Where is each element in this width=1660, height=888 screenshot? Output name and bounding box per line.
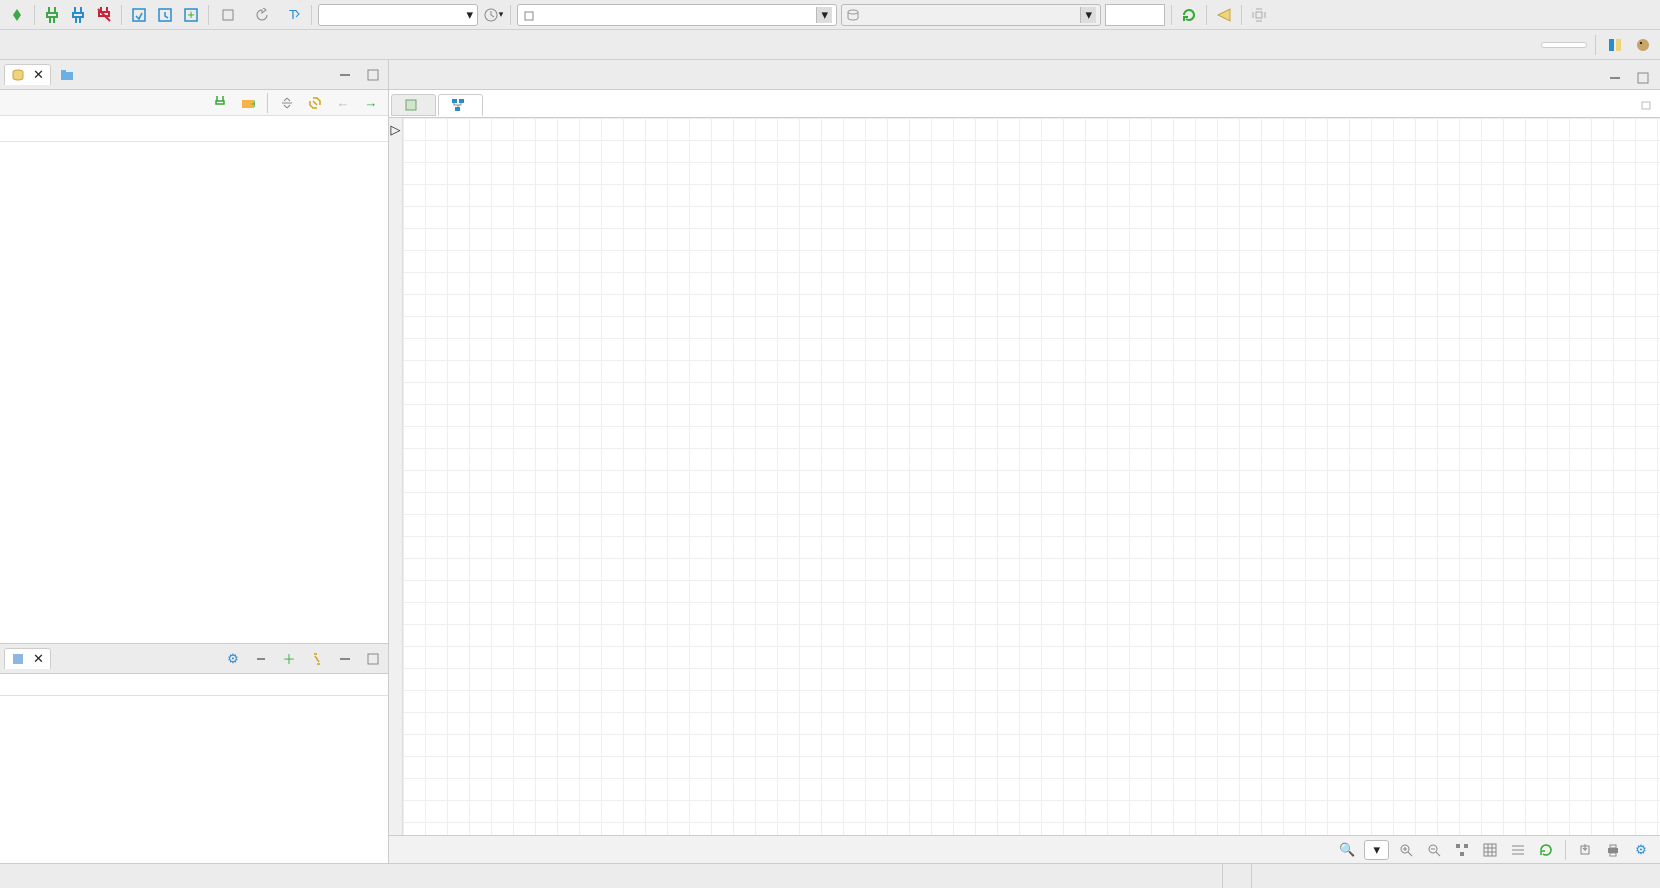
project-panel: ✕ ⚙ ＋ [0, 643, 388, 863]
svg-text:T: T [289, 7, 297, 22]
settings-icon[interactable]: ⚙ [1630, 839, 1652, 861]
collapse-icon[interactable] [250, 648, 272, 670]
global-status-bar [0, 863, 1660, 888]
editor-subtabs [389, 90, 1660, 118]
history-icon[interactable]: ▾ [482, 4, 504, 26]
perspective-db-icon[interactable] [1604, 34, 1626, 56]
minimize-icon[interactable] [1604, 67, 1626, 89]
minimize-icon[interactable] [334, 648, 356, 670]
new-folder-icon[interactable]: + [237, 92, 259, 114]
plug-disconnect-icon[interactable] [93, 4, 115, 26]
maximize-icon[interactable] [362, 648, 384, 670]
transaction-mode-icon[interactable]: T [283, 4, 305, 26]
gear-icon[interactable]: ⚙ [222, 648, 244, 670]
chevron-down-icon: ▾ [816, 7, 832, 23]
commit-button[interactable] [215, 4, 245, 26]
connect-icon[interactable] [209, 92, 231, 114]
navigator-toolbar: + ← → [0, 90, 388, 116]
editor-context-label [1640, 96, 1660, 111]
refresh-icon[interactable] [1178, 4, 1200, 26]
main-toolbar: + T ▾ ▾ ▾ ▾ [0, 0, 1660, 30]
new-connection-icon[interactable] [6, 4, 28, 26]
tab-projects[interactable] [53, 65, 85, 85]
chevron-down-icon: ▾ [1373, 842, 1380, 857]
expand-icon[interactable] [1248, 4, 1270, 26]
zoom-in-icon[interactable] [1395, 839, 1417, 861]
datasource-select[interactable]: ▾ [517, 4, 837, 26]
tab-database-navigator[interactable]: ✕ [4, 64, 51, 85]
add-icon[interactable]: ＋ [278, 648, 300, 670]
palette-toggle[interactable]: ▷ [389, 118, 403, 835]
close-icon[interactable]: ✕ [33, 651, 44, 667]
rollback-button[interactable] [249, 4, 279, 26]
editor-tabstrip [389, 60, 1660, 90]
navigator-tabstrip: ✕ [0, 60, 388, 90]
status-locale[interactable] [1251, 864, 1280, 888]
chevron-down-icon: ▾ [466, 7, 473, 23]
collapse-all-icon[interactable] [276, 92, 298, 114]
search-icon[interactable]: 🔍 [1336, 839, 1358, 861]
subtab-properties[interactable] [391, 94, 436, 116]
attributes-icon[interactable] [1507, 839, 1529, 861]
plug-blue-icon[interactable] [67, 4, 89, 26]
print-icon[interactable] [1602, 839, 1624, 861]
result-limit-field[interactable] [1105, 4, 1165, 26]
sql-recent-icon[interactable] [154, 4, 176, 26]
layout-icon[interactable] [1451, 839, 1473, 861]
export-icon[interactable] [1574, 839, 1596, 861]
status-timezone[interactable] [1222, 864, 1251, 888]
er-canvas[interactable] [403, 118, 1660, 835]
back-icon[interactable]: ← [332, 92, 354, 114]
quick-access-button[interactable] [1541, 42, 1587, 48]
sql-editor-icon[interactable] [128, 4, 150, 26]
tab-project-general[interactable]: ✕ [4, 648, 51, 669]
minimize-icon[interactable] [334, 64, 356, 86]
commit-mode-select[interactable]: ▾ [318, 4, 478, 26]
svg-text:+: + [251, 96, 255, 110]
close-icon[interactable]: ✕ [33, 67, 44, 83]
svg-text:+: + [187, 7, 195, 22]
link-icon[interactable] [306, 648, 328, 670]
navigator-tree[interactable] [0, 142, 388, 643]
chevron-down-icon: ▾ [1080, 7, 1096, 23]
zoom-out-icon[interactable] [1423, 839, 1445, 861]
link-editor-icon[interactable] [304, 92, 326, 114]
maximize-icon[interactable] [362, 64, 384, 86]
grid-icon[interactable] [1479, 839, 1501, 861]
subtab-er-diagram[interactable] [438, 94, 483, 116]
schema-select[interactable]: ▾ [841, 4, 1101, 26]
secondary-toolbar [0, 30, 1660, 60]
plug-green-icon[interactable] [41, 4, 63, 26]
refresh-diagram-icon[interactable] [1535, 839, 1557, 861]
perspective-dbeaver-icon[interactable] [1632, 34, 1654, 56]
project-columns-header [0, 674, 388, 696]
zoom-select[interactable]: ▾ [1364, 840, 1389, 860]
diagram-status-bar: 🔍 ▾ ⚙ [389, 835, 1660, 863]
sql-new-icon[interactable]: + [180, 4, 202, 26]
forward-icon[interactable]: → [360, 92, 382, 114]
stop-icon[interactable] [1213, 4, 1235, 26]
maximize-icon[interactable] [1632, 67, 1654, 89]
navigator-filter-input[interactable] [0, 116, 388, 142]
